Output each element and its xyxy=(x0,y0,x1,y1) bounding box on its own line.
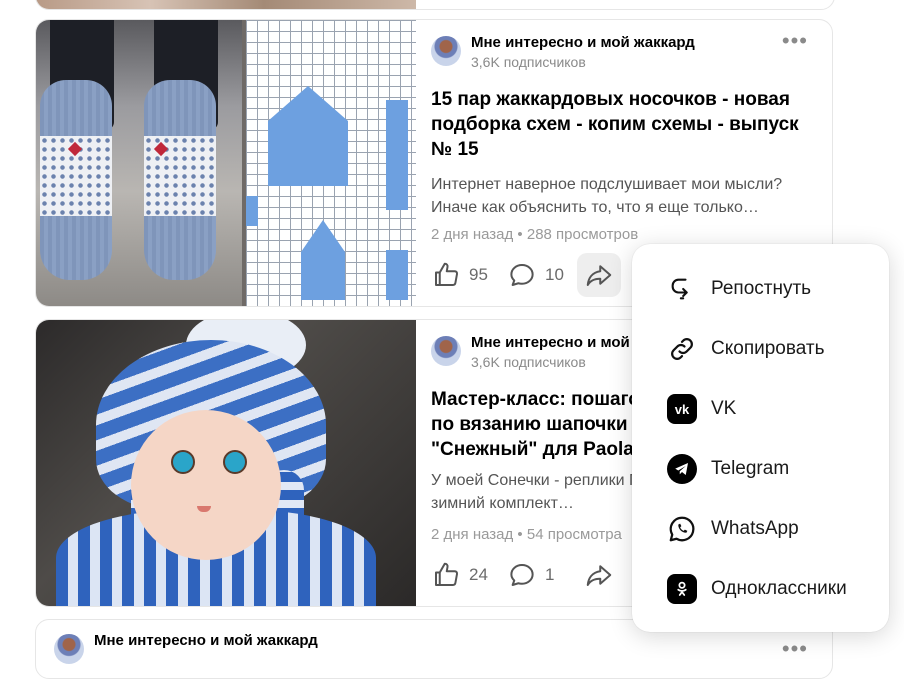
share-menu: Репостнуть Скопировать vk VK Telegram Wh… xyxy=(632,244,889,632)
like-count: 24 xyxy=(469,565,488,584)
subscriber-count: 3,6K подписчиков xyxy=(471,54,586,70)
thumbs-up-icon xyxy=(435,262,459,286)
link-icon xyxy=(671,338,693,360)
comment-button[interactable]: 1 xyxy=(507,553,554,597)
more-dots-icon[interactable]: ••• xyxy=(782,638,808,660)
whatsapp-icon xyxy=(669,516,695,542)
telegram-icon xyxy=(667,454,697,484)
card-thumbnail xyxy=(36,0,416,9)
channel-header[interactable]: Мне интересно и мой жаккард 3,6K подписч… xyxy=(431,34,811,70)
avatar[interactable] xyxy=(54,634,84,664)
like-button[interactable]: 95 xyxy=(431,253,488,297)
avatar[interactable] xyxy=(431,36,461,66)
thumbs-up-icon xyxy=(435,562,459,586)
comment-icon xyxy=(510,564,534,586)
avatar[interactable] xyxy=(431,336,461,366)
article-meta: 2 дня назад • 288 просмотров xyxy=(431,226,639,243)
channel-header[interactable]: Мне интересно и мой жаккард xyxy=(54,632,454,666)
share-menu-label: Репостнуть xyxy=(711,278,812,299)
channel-name[interactable]: Мне интересно и мой жаккард xyxy=(471,34,695,51)
share-menu-label: WhatsApp xyxy=(711,518,799,539)
subscriber-count: 3,6K подписчиков xyxy=(471,354,586,370)
share-menu-item-vk[interactable]: vk VK xyxy=(632,381,889,437)
share-menu-label: VK xyxy=(711,398,737,419)
share-button[interactable] xyxy=(577,553,621,597)
channel-name[interactable]: Мне интересно и мой жаккард xyxy=(94,632,318,649)
card-thumbnail[interactable] xyxy=(36,20,416,306)
article-meta: 2 дня назад • 54 просмотра xyxy=(431,526,622,543)
share-menu-item-copy[interactable]: Скопировать xyxy=(632,321,889,377)
comment-count: 1 xyxy=(545,565,555,584)
pattern-chart-image xyxy=(246,20,416,306)
doll-photo xyxy=(36,320,416,606)
odnoklassniki-icon xyxy=(667,574,697,604)
article-snippet[interactable]: Интернет наверное подслушивает мои мысли… xyxy=(431,173,821,219)
comment-count: 10 xyxy=(545,265,564,284)
more-dots-icon[interactable]: ••• xyxy=(782,30,808,52)
share-menu-label: Скопировать xyxy=(711,338,825,359)
share-icon xyxy=(586,565,612,586)
share-menu-item-telegram[interactable]: Telegram xyxy=(632,441,889,497)
like-count: 95 xyxy=(469,265,488,284)
share-menu-item-odnoklassniki[interactable]: Одноклассники xyxy=(632,561,889,617)
vk-icon: vk xyxy=(667,394,697,424)
share-menu-label: Одноклассники xyxy=(711,578,847,599)
like-button[interactable]: 24 xyxy=(431,553,488,597)
share-button[interactable] xyxy=(577,253,621,297)
card-thumbnail[interactable] xyxy=(36,320,416,606)
comment-icon xyxy=(510,264,534,286)
share-icon xyxy=(586,265,612,286)
repost-icon xyxy=(671,278,688,300)
share-menu-item-whatsapp[interactable]: WhatsApp xyxy=(632,501,889,557)
feed-card-previous[interactable] xyxy=(35,0,835,10)
article-title[interactable]: 15 пар жаккардовых носочков - новая подб… xyxy=(431,87,816,162)
share-menu-item-repost[interactable]: Репостнуть xyxy=(632,261,889,317)
socks-photo xyxy=(36,20,242,306)
share-menu-label: Telegram xyxy=(711,458,790,479)
comment-button[interactable]: 10 xyxy=(507,253,564,297)
